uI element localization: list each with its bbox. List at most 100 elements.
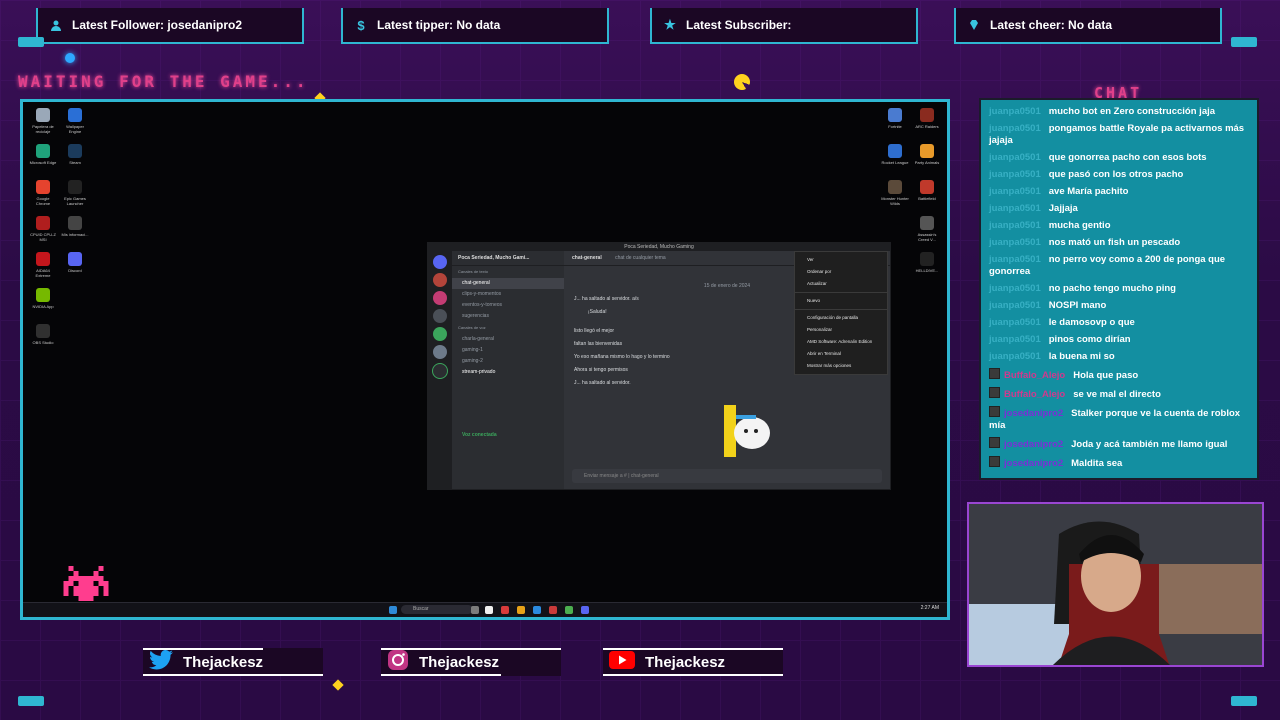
desktop-icon[interactable]: ARC Raiders [913, 108, 941, 144]
corner-decoration [1231, 37, 1257, 47]
chat-username[interactable]: juanpa0501 [989, 186, 1041, 197]
chat-username[interactable]: juanpa0501 [989, 203, 1041, 214]
voice-category[interactable]: Canales de voz [452, 322, 564, 334]
voice-channel-gaming-2[interactable]: gaming-2 [452, 356, 564, 367]
server-icon[interactable] [433, 345, 447, 359]
desktop-icon-label: Fortnite [888, 124, 902, 129]
chat-username[interactable]: juanpa0501 [989, 254, 1041, 265]
desktop-icon[interactable]: HELLDIVE... [913, 252, 941, 288]
server-icon[interactable] [433, 309, 447, 323]
context-menu-item[interactable]: Actualizar [795, 278, 887, 290]
desktop-icon[interactable]: Fortnite [881, 108, 909, 144]
discord-home-icon[interactable] [433, 255, 447, 269]
chat-username[interactable]: Buffalo_Alejo [1004, 389, 1065, 400]
channel-sugerencias[interactable]: sugerencias [452, 311, 564, 322]
chat-panel[interactable]: juanpa0501 mucho bot en Zero construcción… [979, 98, 1259, 480]
desktop-icon[interactable]: Microsoft Edge [29, 144, 57, 180]
chat-username[interactable]: juanpa0501 [989, 300, 1041, 311]
desktop-icon[interactable]: Party Animals [913, 144, 941, 180]
chat-username[interactable]: juanpa0501 [989, 152, 1041, 163]
desktop-icon[interactable]: NVIDIA App [29, 288, 57, 324]
chat-message: juanpa0501 nos mató un fish un pescado [989, 234, 1249, 251]
chat-text: pinos como dirían [1048, 333, 1131, 345]
chat-username[interactable]: juanpa0501 [989, 220, 1041, 231]
desktop-icon[interactable]: Mis informaci... [61, 216, 89, 252]
desktop-icon[interactable]: Papelera de reciclaje [29, 108, 57, 144]
taskbar: Buscar 2:27 AM [23, 602, 947, 617]
context-menu-item[interactable]: AMD Software: Adrenalin Edition [795, 336, 887, 348]
taskbar-app-icon[interactable] [581, 606, 589, 614]
context-menu-item[interactable]: Personalizar [795, 324, 887, 336]
taskbar-app-icon[interactable] [533, 606, 541, 614]
desktop-icon[interactable]: CPUID CPU-Z MSI [29, 216, 57, 252]
desktop-icon[interactable]: Epic Games Launcher [61, 180, 89, 216]
desktop-icon[interactable]: Assassin's Creed V... [913, 216, 941, 252]
chat-username[interactable]: juanpa0501 [989, 169, 1041, 180]
chat-username[interactable]: juanpa0501 [989, 237, 1041, 248]
chat-message: juanpa0501 no pacho tengo mucho ping [989, 280, 1249, 297]
windows-start-icon[interactable] [389, 606, 397, 614]
voice-channel-charla[interactable]: charla-general [452, 334, 564, 345]
chat-username[interactable]: juanpa0501 [989, 351, 1041, 362]
chat-username[interactable]: juanpa0501 [989, 123, 1041, 134]
chat-username[interactable]: juanpa0501 [989, 283, 1041, 294]
chat-text: ave María pachito [1048, 185, 1129, 197]
taskbar-app-icon[interactable] [501, 606, 509, 614]
taskbar-search[interactable]: Buscar [401, 605, 473, 614]
desktop-icon[interactable]: Google Chrome [29, 180, 57, 216]
chat-username[interactable]: josedanipro2 [1004, 458, 1063, 469]
badge-icon [989, 455, 1000, 467]
context-menu-item[interactable]: Configuración de pantalla [795, 312, 887, 324]
desktop-icon[interactable] [61, 288, 89, 324]
desktop-icon-label: Assassin's Creed V... [917, 232, 937, 242]
app-icon [888, 216, 902, 230]
chat-username[interactable]: Buffalo_Alejo [1004, 370, 1065, 381]
desktop-icon[interactable]: Discord [61, 252, 89, 288]
text-category[interactable]: Canales de texto [452, 266, 564, 278]
desktop-icon[interactable]: OBS Studio [29, 324, 57, 360]
taskbar-app-icon[interactable] [471, 606, 479, 614]
chat-message: juanpa0501 NOSPI mano [989, 297, 1249, 314]
chat-username[interactable]: juanpa0501 [989, 334, 1041, 345]
add-server-icon[interactable] [432, 363, 448, 379]
desktop-icon[interactable]: Steam [61, 144, 89, 180]
desktop-icon[interactable]: AIDA64 Extreme [29, 252, 57, 288]
context-menu-item[interactable]: Ver [795, 254, 887, 266]
chat-message: juanpa0501 pongamos battle Royale pa acti… [989, 120, 1249, 149]
chat-message: josedanipro2 Maldita sea [989, 453, 1249, 472]
desktop-icon[interactable]: Monster Hunter Wilds [881, 180, 909, 216]
context-menu-item[interactable]: Nuevo [795, 295, 887, 307]
desktop-icon[interactable]: Wallpaper Engine [61, 108, 89, 144]
server-icon[interactable] [433, 327, 447, 341]
context-menu-item[interactable]: Abrir en Terminal [795, 348, 887, 360]
chat-username[interactable]: juanpa0501 [989, 317, 1041, 328]
discord-window[interactable]: Poca Seriedad, Mucho Gaming Poca Serieda… [427, 242, 891, 490]
taskbar-app-icon[interactable] [485, 606, 493, 614]
channel-clips[interactable]: clips-y-momentos [452, 289, 564, 300]
server-icon[interactable] [433, 273, 447, 287]
taskbar-app-icon[interactable] [549, 606, 557, 614]
context-menu-item[interactable]: Mostrar más opciones [795, 360, 887, 372]
desktop-icon-label: Microsoft Edge [29, 160, 57, 165]
chat-username[interactable]: josedanipro2 [1004, 439, 1063, 450]
channel-eventos[interactable]: eventos-y-torneos [452, 300, 564, 311]
taskbar-clock: 2:27 AM [920, 605, 939, 611]
taskbar-app-icon[interactable] [565, 606, 573, 614]
taskbar-app-icon[interactable] [517, 606, 525, 614]
message-input[interactable]: Enviar mensaje a # | chat-general [572, 469, 882, 483]
app-icon [920, 144, 934, 158]
context-menu-item[interactable]: Ordenar por [795, 266, 887, 278]
desktop-icon[interactable]: Rocket League [881, 144, 909, 180]
desktop-icon[interactable]: Battlefield [913, 180, 941, 216]
voice-channel-stream[interactable]: stream-privado [452, 367, 564, 378]
desktop-icon-label: NVIDIA App [32, 304, 54, 309]
server-icon[interactable] [433, 291, 447, 305]
voice-channel-gaming-1[interactable]: gaming-1 [452, 345, 564, 356]
app-icon [68, 108, 82, 122]
chat-username[interactable]: juanpa0501 [989, 106, 1041, 117]
chat-username[interactable]: josedanipro2 [1004, 408, 1063, 419]
chat-message: Buffalo_Alejo Hola que paso [989, 365, 1249, 384]
channel-chat-general[interactable]: chat-general [452, 278, 564, 289]
server-name[interactable]: Poca Seriedad, Mucho Gami... [452, 251, 564, 266]
app-icon [920, 108, 934, 122]
